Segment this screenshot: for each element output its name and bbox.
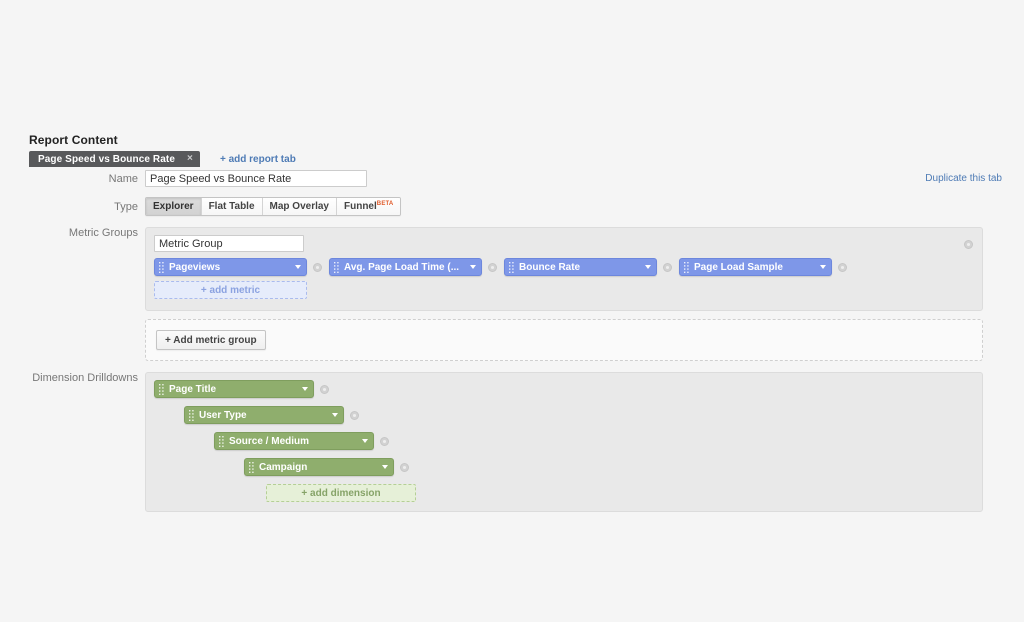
dimension-pill-page-title[interactable]: Page Title — [154, 380, 314, 398]
add-dimension-button[interactable]: + add dimension — [266, 484, 416, 502]
metric-group-panel: Pageviews Avg. Page Load Time — [145, 227, 983, 311]
metric-pill-avg-page-load-time[interactable]: Avg. Page Load Time (... — [329, 258, 482, 276]
beta-badge: BETA — [376, 200, 394, 207]
chevron-down-icon[interactable] — [470, 265, 476, 269]
metric-pill-pageviews[interactable]: Pageviews — [154, 258, 307, 276]
metric-pill-label: Pageviews — [169, 261, 221, 273]
metric-pill-page-load-sample[interactable]: Page Load Sample — [679, 258, 832, 276]
type-button-label: Flat Table — [208, 201, 255, 212]
dimension-pill-source-medium[interactable]: Source / Medium — [214, 432, 374, 450]
drag-handle-icon[interactable] — [189, 409, 194, 421]
metric-item: Avg. Page Load Time (... — [329, 258, 497, 276]
report-tab-strip: Page Speed vs Bounce Rate × + add report… — [29, 151, 296, 167]
dimension-pill-campaign[interactable]: Campaign — [244, 458, 394, 476]
duplicate-tab-link[interactable]: Duplicate this tab — [925, 173, 1002, 184]
close-icon[interactable]: × — [187, 154, 193, 164]
type-button-map-overlay[interactable]: Map Overlay — [262, 198, 337, 215]
chevron-down-icon[interactable] — [302, 387, 308, 391]
chevron-down-icon[interactable] — [382, 465, 388, 469]
dimension-pill-label: User Type — [199, 409, 247, 421]
dimension-remove-icon[interactable] — [320, 384, 329, 394]
dimension-item: User Type — [184, 406, 359, 424]
type-button-label: Funnel — [344, 201, 377, 212]
metric-group-remove-button[interactable] — [964, 236, 973, 254]
drag-handle-icon[interactable] — [219, 435, 224, 447]
dimension-pill-label: Source / Medium — [229, 435, 310, 447]
metric-pill-label: Bounce Rate — [519, 261, 581, 273]
chevron-down-icon[interactable] — [295, 265, 301, 269]
report-name-input[interactable] — [145, 170, 367, 187]
metric-pill-row: Pageviews Avg. Page Load Time (... Bounc… — [154, 258, 854, 276]
metric-remove-icon[interactable] — [663, 262, 672, 272]
chevron-down-icon[interactable] — [645, 265, 651, 269]
metric-pill-label: Avg. Page Load Time (... — [344, 261, 460, 273]
report-type-button-group: Explorer Flat Table Map Overlay Funnel B… — [145, 197, 402, 216]
dimension-drilldowns-panel: Page Title User Type Source / Medium Cam… — [145, 372, 983, 512]
type-button-label: Explorer — [153, 201, 194, 212]
drag-handle-icon[interactable] — [684, 261, 689, 273]
dimension-remove-icon[interactable] — [380, 436, 389, 446]
drag-handle-icon[interactable] — [159, 383, 164, 395]
dimension-pill-user-type[interactable]: User Type — [184, 406, 344, 424]
metric-groups-label: Metric Groups — [68, 227, 138, 239]
dimension-pill-label: Campaign — [259, 461, 308, 473]
metric-item: Page Load Sample — [679, 258, 847, 276]
report-tab-label: Page Speed vs Bounce Rate — [38, 153, 175, 165]
dimension-remove-icon[interactable] — [400, 462, 409, 472]
type-label: Type — [114, 201, 138, 213]
metric-group-name-input[interactable] — [154, 235, 304, 252]
add-metric-group-button[interactable]: + Add metric group — [156, 330, 266, 350]
dimension-pill-label: Page Title — [169, 383, 217, 395]
report-tab-page-speed-vs-bounce-rate[interactable]: Page Speed vs Bounce Rate × — [29, 151, 200, 167]
metric-item: Pageviews — [154, 258, 322, 276]
type-button-flat-table[interactable]: Flat Table — [201, 198, 263, 215]
dimension-item: Campaign — [244, 458, 409, 476]
add-metric-group-panel: + Add metric group — [145, 319, 983, 361]
dimension-drilldowns-label: Dimension Drilldowns — [32, 372, 138, 384]
add-report-tab-link[interactable]: + add report tab — [220, 154, 296, 165]
chevron-down-icon[interactable] — [362, 439, 368, 443]
chevron-down-icon[interactable] — [332, 413, 338, 417]
metric-pill-bounce-rate[interactable]: Bounce Rate — [504, 258, 657, 276]
dimension-item: Page Title — [154, 380, 329, 398]
metric-remove-icon[interactable] — [838, 262, 847, 272]
type-button-funnel[interactable]: Funnel BETA — [337, 198, 401, 215]
type-button-label: Map Overlay — [269, 201, 329, 212]
drag-handle-icon[interactable] — [509, 261, 514, 273]
drag-handle-icon[interactable] — [249, 461, 254, 473]
drag-handle-icon[interactable] — [334, 261, 339, 273]
metric-remove-icon[interactable] — [488, 262, 497, 272]
metric-pill-label: Page Load Sample — [694, 261, 783, 273]
type-button-explorer[interactable]: Explorer — [146, 198, 202, 215]
add-metric-button[interactable]: + add metric — [154, 281, 307, 299]
name-label: Name — [108, 173, 138, 185]
chevron-down-icon[interactable] — [820, 265, 826, 269]
metric-item: Bounce Rate — [504, 258, 672, 276]
dimension-item: Source / Medium — [214, 432, 389, 450]
drag-handle-icon[interactable] — [159, 261, 164, 273]
metric-remove-icon[interactable] — [313, 262, 322, 272]
remove-circle-icon[interactable] — [964, 240, 973, 249]
dimension-remove-icon[interactable] — [350, 410, 359, 420]
page-title: Report Content — [29, 133, 118, 147]
report-content-page: Report Content Page Speed vs Bounce Rate… — [0, 0, 1024, 622]
